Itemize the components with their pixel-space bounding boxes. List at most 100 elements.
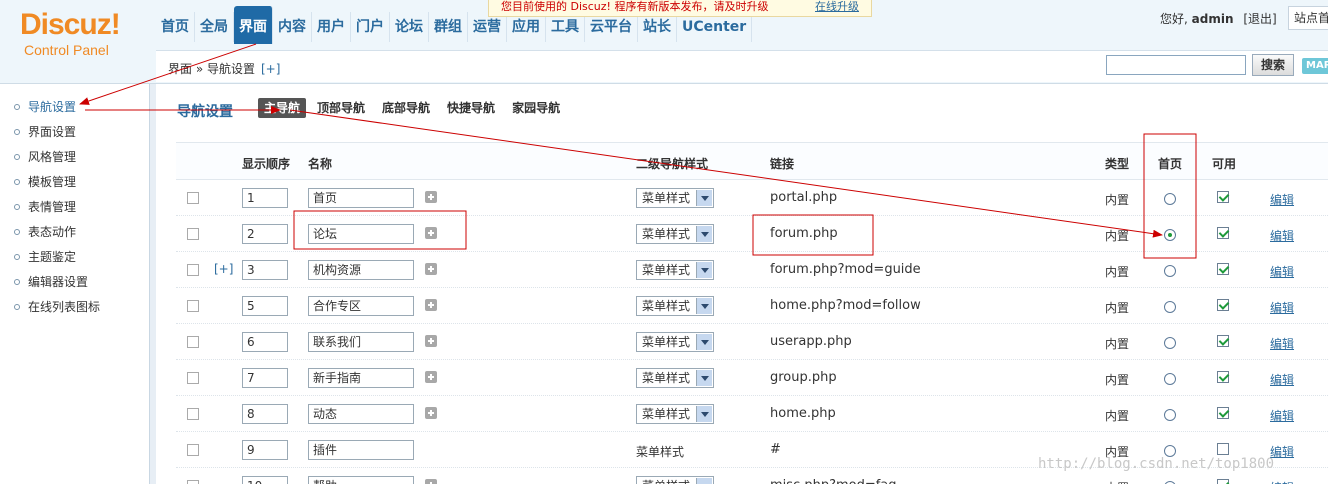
table-row: 7 新手指南 菜单样式 group.php 内置 编辑 [176,360,1328,396]
sidebar-item-0[interactable]: 导航设置 [14,98,76,118]
row-select-checkbox[interactable] [187,228,199,240]
subnav-style-select[interactable]: 菜单样式 [636,476,714,484]
chevron-down-icon [696,370,712,386]
available-checkbox[interactable] [1217,227,1229,239]
subnav-style-select[interactable]: 菜单样式 [636,332,714,352]
sidebar-item-7[interactable]: 编辑器设置 [14,273,88,293]
site-home-dropdown[interactable]: 站点首页 [1288,6,1328,30]
nav-name-input[interactable]: 帮助 [308,476,414,484]
topnav-item-6[interactable]: 论坛 [390,12,429,42]
display-order-input[interactable]: 6 [242,332,288,352]
topnav-item-1[interactable]: 全局 [195,12,234,42]
add-subnav-icon[interactable] [425,371,437,383]
nav-name-input[interactable]: 机构资源 [308,260,414,280]
display-order-input[interactable]: 5 [242,296,288,316]
nav-name-input[interactable]: 插件 [308,440,414,460]
sidebar-item-3[interactable]: 模板管理 [14,173,76,193]
topnav-item-7[interactable]: 群组 [429,12,468,42]
expand-subnav-link[interactable]: [+] [214,262,233,276]
subnav-style-select[interactable]: 菜单样式 [636,404,714,424]
available-checkbox[interactable] [1217,371,1229,383]
edit-link[interactable]: 编辑 [1270,371,1294,388]
nav-tab-1[interactable]: 顶部导航 [311,98,371,118]
set-home-radio[interactable] [1164,229,1176,241]
add-subnav-icon[interactable] [425,335,437,347]
sidebar-item-4[interactable]: 表情管理 [14,198,76,218]
edit-link[interactable]: 编辑 [1270,299,1294,316]
nav-name-input[interactable]: 联系我们 [308,332,414,352]
edit-link[interactable]: 编辑 [1270,191,1294,208]
display-order-input[interactable]: 2 [242,224,288,244]
nav-tab-4[interactable]: 家园导航 [506,98,566,118]
display-order-input[interactable]: 1 [242,188,288,208]
nav-tab-0[interactable]: 主导航 [258,98,307,118]
nav-name-input[interactable]: 合作专区 [308,296,414,316]
add-subnav-icon[interactable] [425,191,437,203]
set-home-radio[interactable] [1164,301,1176,313]
add-subnav-icon[interactable] [425,479,437,484]
add-subnav-icon[interactable] [425,227,437,239]
available-checkbox[interactable] [1217,263,1229,275]
nav-name-input[interactable]: 首页 [308,188,414,208]
subnav-style-select[interactable]: 菜单样式 [636,296,714,316]
display-order-input[interactable]: 7 [242,368,288,388]
available-checkbox[interactable] [1217,443,1229,455]
set-home-radio[interactable] [1164,337,1176,349]
edit-link[interactable]: 编辑 [1270,263,1294,280]
edit-link[interactable]: 编辑 [1270,227,1294,244]
sidebar-item-8[interactable]: 在线列表图标 [14,298,100,318]
set-home-radio[interactable] [1164,193,1176,205]
display-order-input[interactable]: 3 [242,260,288,280]
available-checkbox[interactable] [1217,335,1229,347]
nav-name-input[interactable]: 动态 [308,404,414,424]
row-select-checkbox[interactable] [187,264,199,276]
display-order-input[interactable]: 9 [242,440,288,460]
sidebar-item-5[interactable]: 表态动作 [14,223,76,243]
set-home-radio[interactable] [1164,409,1176,421]
nav-name-input[interactable]: 新手指南 [308,368,414,388]
row-select-checkbox[interactable] [187,336,199,348]
edit-link[interactable]: 编辑 [1270,479,1294,484]
topnav-item-5[interactable]: 门户 [351,12,390,42]
add-subnav-icon[interactable] [425,299,437,311]
sidebar-item-2[interactable]: 风格管理 [14,148,76,168]
add-subnav-icon[interactable] [425,263,437,275]
display-order-input[interactable]: 8 [242,404,288,424]
row-select-checkbox[interactable] [187,408,199,420]
set-home-radio[interactable] [1164,373,1176,385]
row-select-checkbox[interactable] [187,300,199,312]
subnav-style-select[interactable]: 菜单样式 [636,188,714,208]
set-home-radio[interactable] [1164,265,1176,277]
row-select-checkbox[interactable] [187,192,199,204]
topnav-item-4[interactable]: 用户 [312,12,351,42]
row-select-checkbox[interactable] [187,444,199,456]
add-shortcut-link[interactable]: [+] [261,62,280,76]
available-checkbox[interactable] [1217,479,1229,484]
topnav-item-3[interactable]: 内容 [273,12,312,42]
subnav-style-select[interactable]: 菜单样式 [636,224,714,244]
logout-link[interactable]: [退出] [1243,12,1276,26]
row-select-checkbox[interactable] [187,480,199,484]
available-checkbox[interactable] [1217,407,1229,419]
edit-link[interactable]: 编辑 [1270,407,1294,424]
subnav-style-select[interactable]: 菜单样式 [636,260,714,280]
available-checkbox[interactable] [1217,191,1229,203]
topnav-item-0[interactable]: 首页 [156,12,195,42]
nav-tab-3[interactable]: 快捷导航 [441,98,501,118]
add-subnav-icon[interactable] [425,407,437,419]
search-button[interactable]: 搜索 [1252,54,1294,76]
topnav-item-2[interactable]: 界面 [234,6,273,44]
sidebar-item-6[interactable]: 主题鉴定 [14,248,76,268]
online-upgrade-link[interactable]: 在线升级 [815,0,859,14]
search-input[interactable] [1106,55,1246,75]
edit-link[interactable]: 编辑 [1270,335,1294,352]
nav-tab-2[interactable]: 底部导航 [376,98,436,118]
display-order-input[interactable]: 10 [242,476,288,484]
subnav-style-select[interactable]: 菜单样式 [636,368,714,388]
sidebar-item-1[interactable]: 界面设置 [14,123,76,143]
nav-name-input[interactable]: 论坛 [308,224,414,244]
discuz-logo[interactable]: Discuz! [20,8,121,42]
map-button[interactable]: MAP [1302,58,1328,74]
row-select-checkbox[interactable] [187,372,199,384]
available-checkbox[interactable] [1217,299,1229,311]
